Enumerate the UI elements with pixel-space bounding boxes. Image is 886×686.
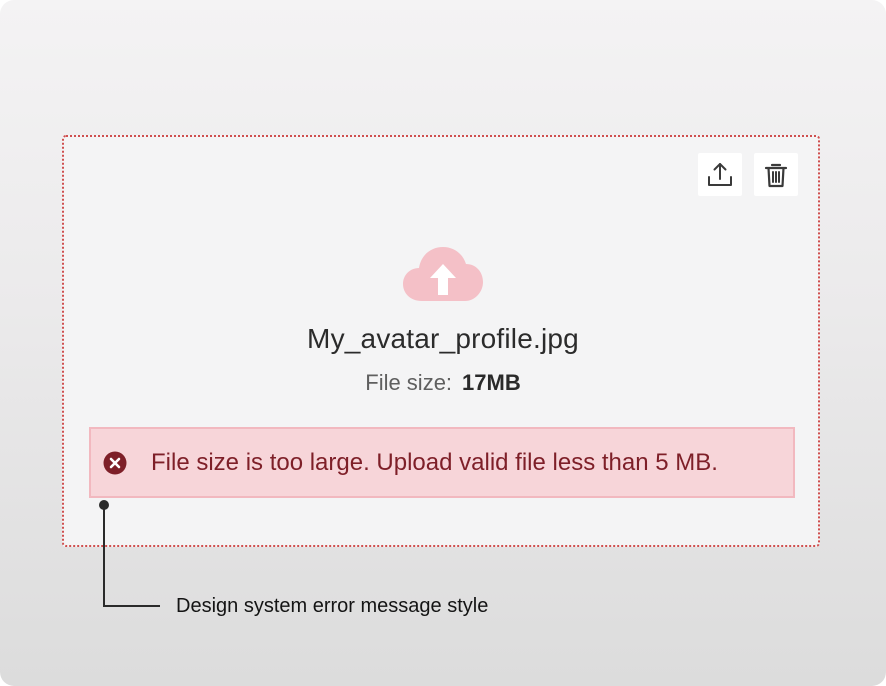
upload-icon [708,162,732,186]
file-size-label: File size: [365,370,453,395]
annotation-label: Design system error message style [176,595,489,617]
error-circle-x-icon [103,451,127,475]
file-name: My_avatar_profile.jpg [307,323,579,354]
delete-button[interactable] [754,153,798,196]
trash-icon [764,163,788,187]
cloud-upload-icon [403,247,483,301]
error-message-text: File size is too large. Upload valid fil… [151,449,718,476]
canvas: My_avatar_profile.jpg File size: 17MB Fil… [0,0,886,686]
file-size: File size: 17MB [0,370,886,396]
file-size-value: 17MB [462,370,521,395]
reupload-button[interactable] [698,153,742,196]
